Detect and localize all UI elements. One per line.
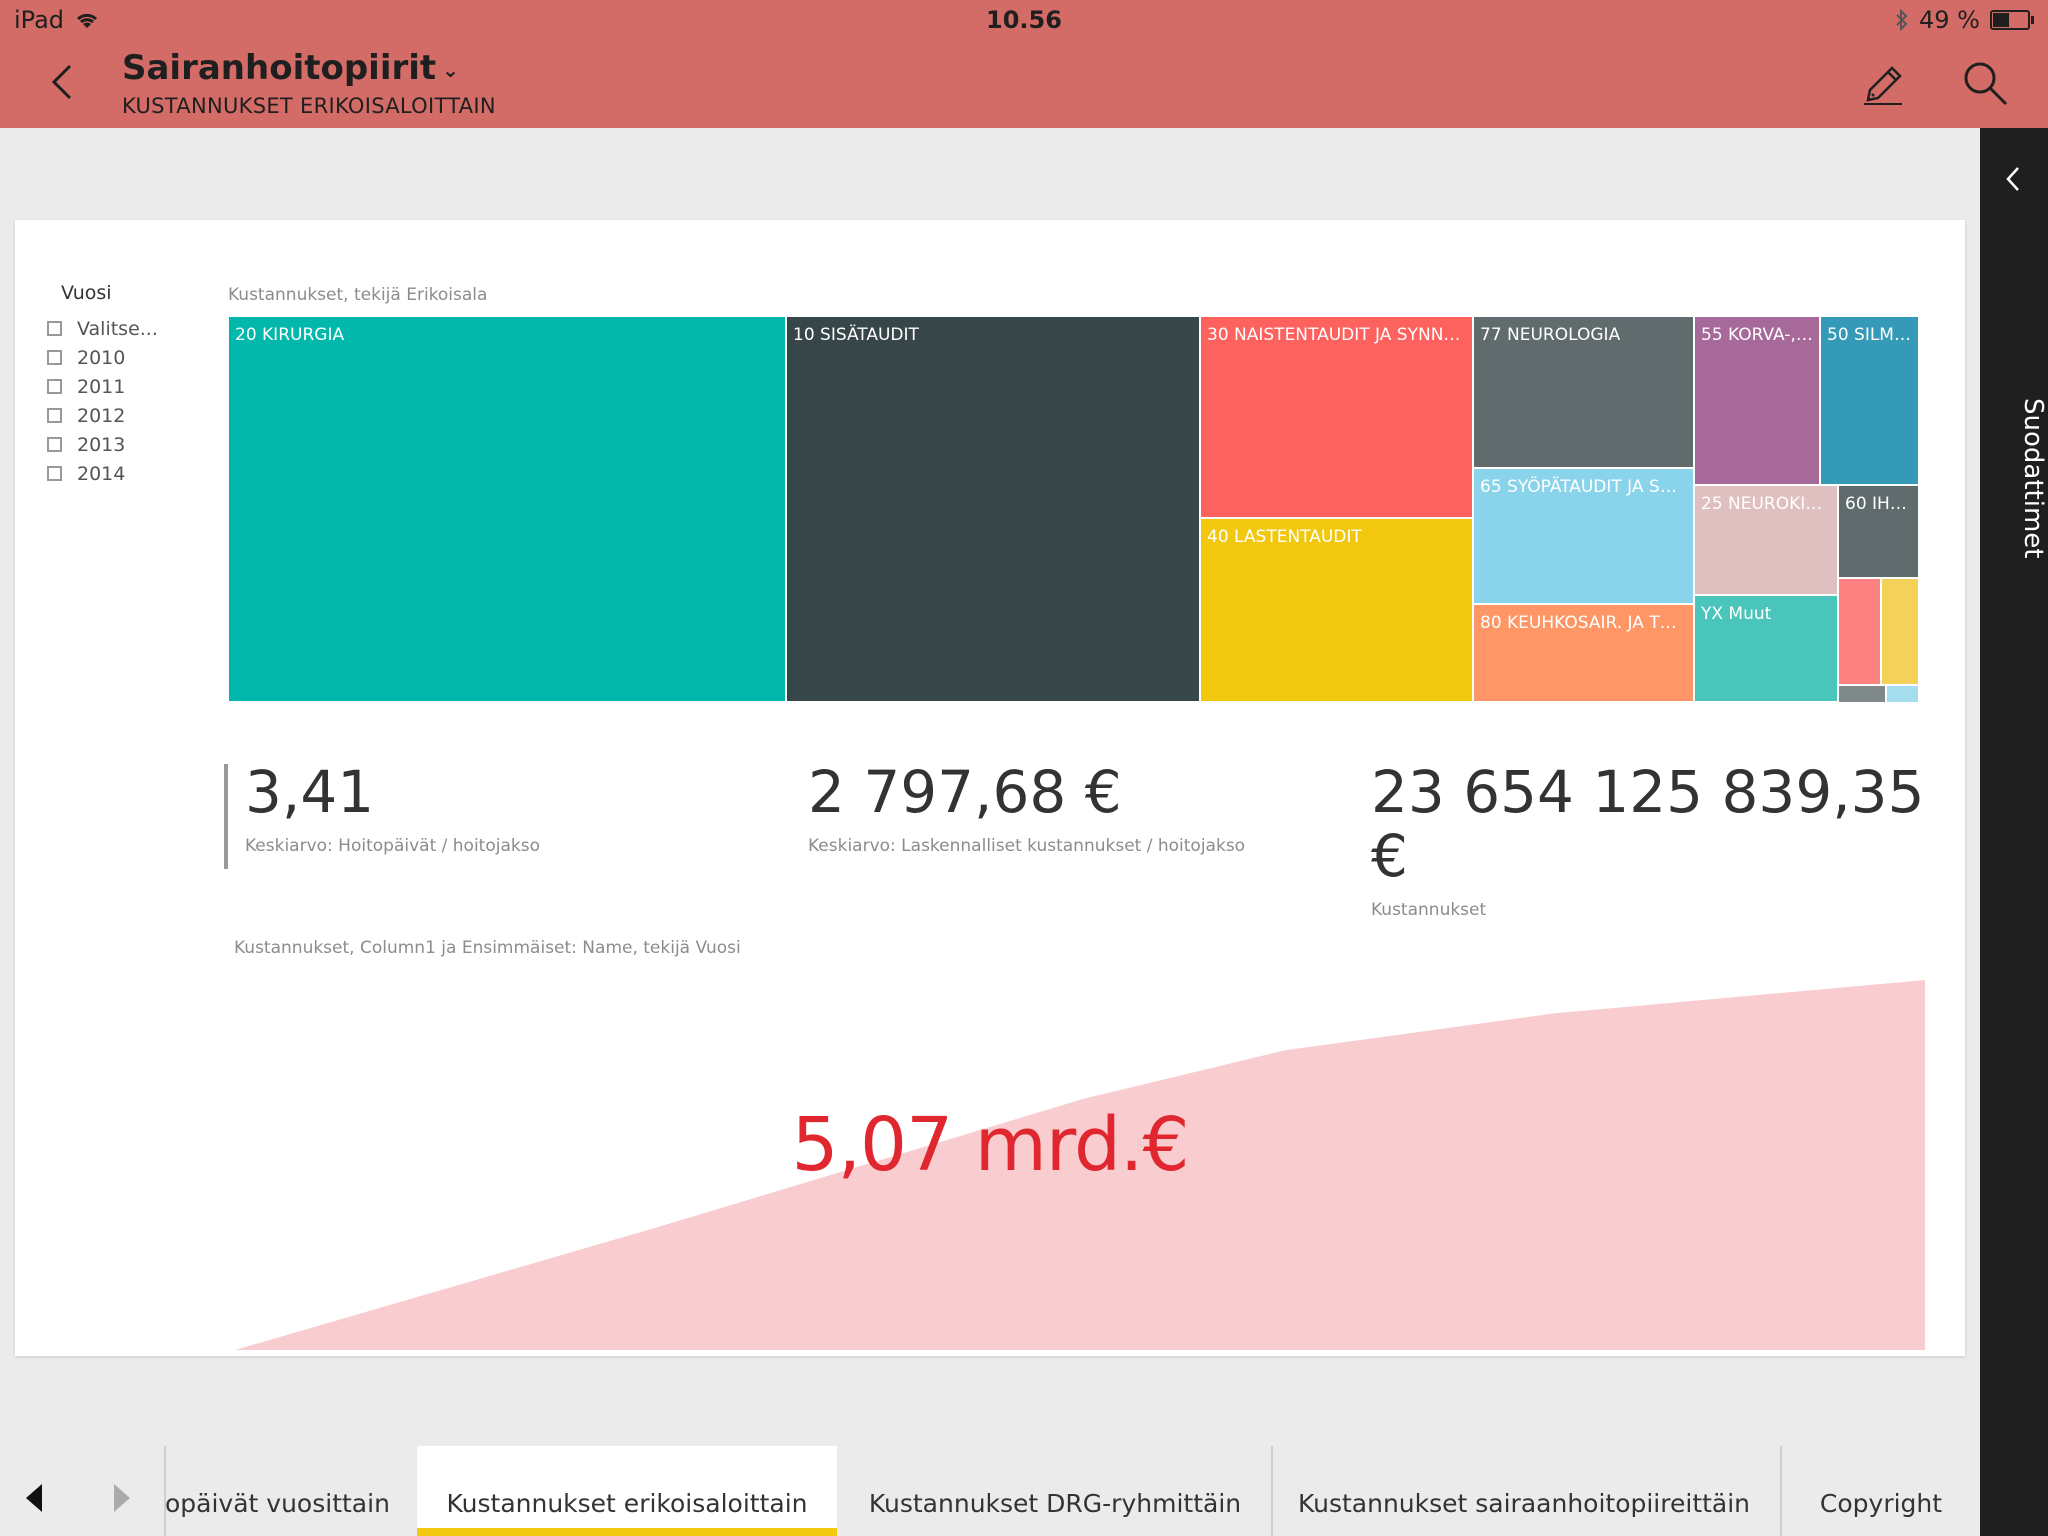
kpi-value: 3,41 xyxy=(245,758,375,826)
slicer-item-label: 2014 xyxy=(77,462,126,485)
tab-page[interactable]: Copyright xyxy=(1782,1446,1980,1536)
chevron-left-icon xyxy=(51,64,72,100)
slicer-item[interactable]: 2013 xyxy=(47,430,158,459)
kpi-value: 23 654 125 839,35 € xyxy=(1371,758,1925,890)
checkbox[interactable] xyxy=(47,321,62,336)
tab-page[interactable]: Kustannukset sairaanhoitopiireittäin xyxy=(1273,1446,1775,1536)
tab-label: Copyright xyxy=(1819,1489,1943,1518)
pen-icon xyxy=(1864,66,1902,105)
checkbox[interactable] xyxy=(47,466,62,481)
search-button[interactable] xyxy=(1960,58,2012,110)
slicer-item[interactable]: Valitse... xyxy=(47,314,158,343)
slicer-title: Vuosi xyxy=(61,282,112,304)
area-chart-title: Kustannukset, Column1 ja Ensimmäiset: Na… xyxy=(234,938,741,958)
chevron-down-icon: ⌄ xyxy=(442,57,459,82)
annotate-button[interactable] xyxy=(1858,58,1906,110)
filters-label[interactable]: Suodattimet xyxy=(1980,378,2048,578)
kpi-divider xyxy=(224,764,228,869)
tab-page[interactable]: Kustannukset erikoisaloittain xyxy=(417,1446,837,1536)
status-time: 10.56 xyxy=(986,6,1062,34)
tab-label: Kustannukset erikoisaloittain xyxy=(446,1489,808,1518)
treemap-tile[interactable]: 10 SISÄTAUDIT xyxy=(786,316,1200,702)
expand-filters-button[interactable] xyxy=(2002,162,2026,196)
treemap-tile[interactable] xyxy=(1838,685,1886,703)
battery-fill xyxy=(1993,13,2009,27)
app-header: iPad 10.56 49 % Sairanhoitopiirit ⌄ KUSTA… xyxy=(0,0,2048,128)
search-icon xyxy=(1964,62,2008,106)
checkbox[interactable] xyxy=(47,379,62,394)
treemap-tile[interactable] xyxy=(1881,578,1919,685)
treemap-tile[interactable]: 30 NAISTENTAUDIT JA SYNNYTYKSET xyxy=(1200,316,1473,518)
previous-tab-arrow-icon[interactable] xyxy=(26,1484,42,1512)
treemap-tile[interactable]: 80 KEUHKOSAIR. JA TUBERKULOOSI xyxy=(1473,604,1694,702)
kpi-label: Kustannukset xyxy=(1371,900,1487,920)
tab-page[interactable]: opäivät vuosittain xyxy=(165,1446,418,1536)
tab-label: Kustannukset DRG-ryhmittäin xyxy=(868,1489,1242,1518)
slicer-item[interactable]: 2011 xyxy=(47,372,158,401)
slicer-item-label: 2011 xyxy=(77,375,126,398)
tab-label: opäivät vuosittain xyxy=(165,1489,390,1518)
treemap-tile[interactable] xyxy=(1838,578,1881,685)
treemap-tile[interactable]: 20 KIRURGIA xyxy=(228,316,786,702)
area-chart-value-label: 5,07 mrd.€ xyxy=(791,1102,1189,1188)
tab-label: Kustannukset sairaanhoitopiireittäin xyxy=(1297,1489,1751,1518)
checkbox[interactable] xyxy=(47,350,62,365)
slicer-item[interactable]: 2012 xyxy=(47,401,158,430)
kpi-avg-cost[interactable]: 2 797,68 € Keskiarvo: Laskennalliset kus… xyxy=(808,760,1245,856)
dashboard-title: Sairanhoitopiirit xyxy=(122,48,437,88)
next-tab-arrow-icon[interactable] xyxy=(114,1484,130,1512)
report-canvas: Vuosi Valitse... 2010 2011 2012 2013 2014 Kus… xyxy=(15,220,1965,1356)
year-slicer: Valitse... 2010 2011 2012 2013 2014 xyxy=(47,314,158,488)
slicer-item[interactable]: 2010 xyxy=(47,343,158,372)
treemap-tile[interactable]: 77 NEUROLOGIA xyxy=(1473,316,1694,468)
treemap-tile[interactable]: YX Muut xyxy=(1694,595,1838,702)
kpi-label: Keskiarvo: Laskennalliset kustannukset /… xyxy=(808,836,1246,856)
chevron-left-icon xyxy=(2006,167,2019,191)
treemap: 20 KIRURGIA 10 SISÄTAUDIT 30 NAISTENTAUDIT… xyxy=(228,316,1919,703)
slicer-item-label: 2013 xyxy=(77,433,126,456)
filters-pane: Suodattimet xyxy=(1980,128,2048,1536)
kpi-total-cost[interactable]: 23 654 125 839,35 € Kustannukset xyxy=(1371,760,1965,920)
slicer-item-label: 2010 xyxy=(77,346,126,369)
treemap-tile[interactable]: 60 IHOTAUDIT xyxy=(1838,485,1919,578)
treemap-tile[interactable]: 50 SILMÄTAUDIT xyxy=(1820,316,1919,485)
battery-percentage: 49 % xyxy=(1919,6,1980,34)
back-button[interactable] xyxy=(40,58,88,106)
checkbox[interactable] xyxy=(47,408,62,423)
treemap-title: Kustannukset, tekijä Erikoisala xyxy=(228,285,488,305)
page-tabs: opäivät vuosittain Kustannukset erikoisal… xyxy=(0,1440,1980,1536)
slicer-item-label: 2012 xyxy=(77,404,126,427)
status-bar-right: 49 % xyxy=(1895,6,2034,34)
kpi-value: 2 797,68 € xyxy=(808,758,1122,826)
treemap-tile[interactable]: 55 KORVA-, NENÄ- JA KURKKUTAUDIT xyxy=(1694,316,1820,485)
treemap-tile[interactable]: 65 SYÖPÄTAUDIT JA SÄDEHOITO xyxy=(1473,468,1694,604)
slicer-item-label: Valitse... xyxy=(77,317,158,340)
tab-page[interactable]: Kustannukset DRG-ryhmittäin xyxy=(840,1446,1270,1536)
checkbox[interactable] xyxy=(47,437,62,452)
battery-icon xyxy=(1990,10,2034,30)
kpi-avg-days[interactable]: 3,41 Keskiarvo: Hoitopäivät / hoitojakso xyxy=(245,760,540,856)
page-subtitle: KUSTANNUKSET ERIKOISALOITTAIN xyxy=(122,94,496,118)
page-title[interactable]: Sairanhoitopiirit ⌄ xyxy=(122,48,459,88)
kpi-label: Keskiarvo: Hoitopäivät / hoitojakso xyxy=(245,836,540,856)
bluetooth-icon xyxy=(1896,9,1908,31)
treemap-tile[interactable]: 25 NEUROKIRURGIA xyxy=(1694,485,1838,595)
treemap-tile[interactable]: 40 LASTENTAUDIT xyxy=(1200,518,1473,702)
slicer-item[interactable]: 2014 xyxy=(47,459,158,488)
treemap-tile[interactable] xyxy=(1886,685,1919,703)
